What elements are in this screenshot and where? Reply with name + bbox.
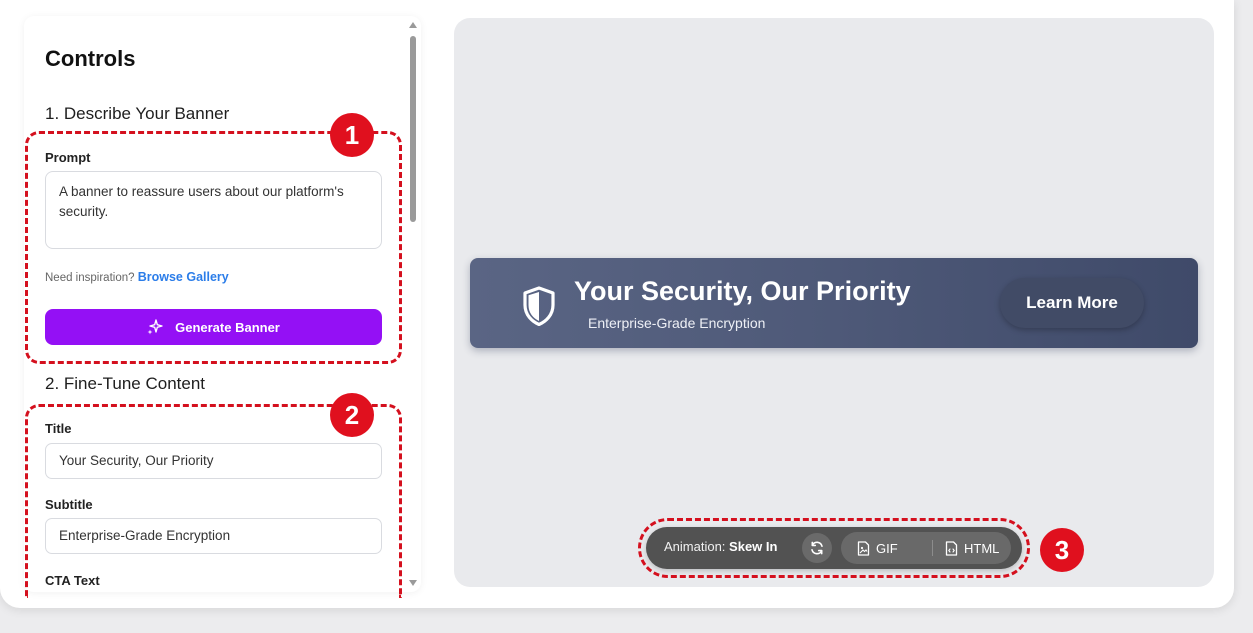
banner-subtitle: Enterprise-Grade Encryption: [588, 315, 766, 331]
annotation-badge-2: 2: [330, 393, 374, 437]
banner-preview: Your Security, Our Priority Enterprise-G…: [470, 258, 1198, 348]
controls-title: Controls: [45, 46, 136, 71]
annotation-badge-3: 3: [1040, 528, 1084, 572]
learn-more-button[interactable]: Learn More: [1000, 278, 1144, 328]
scroll-thumb[interactable]: [410, 36, 416, 222]
annotation-box-1: [25, 131, 402, 364]
banner-title: Your Security, Our Priority: [574, 276, 911, 306]
annotation-box-3: [638, 518, 1030, 578]
section-describe-banner: 1. Describe Your Banner: [45, 104, 230, 123]
shield-icon: [523, 286, 555, 326]
scroll-down-arrow-icon[interactable]: [409, 580, 417, 586]
section-fine-tune: 2. Fine-Tune Content: [45, 374, 206, 393]
annotation-badge-1: 1: [330, 113, 374, 157]
sidebar-scrollbar[interactable]: [406, 16, 420, 592]
scroll-up-arrow-icon[interactable]: [409, 22, 417, 28]
